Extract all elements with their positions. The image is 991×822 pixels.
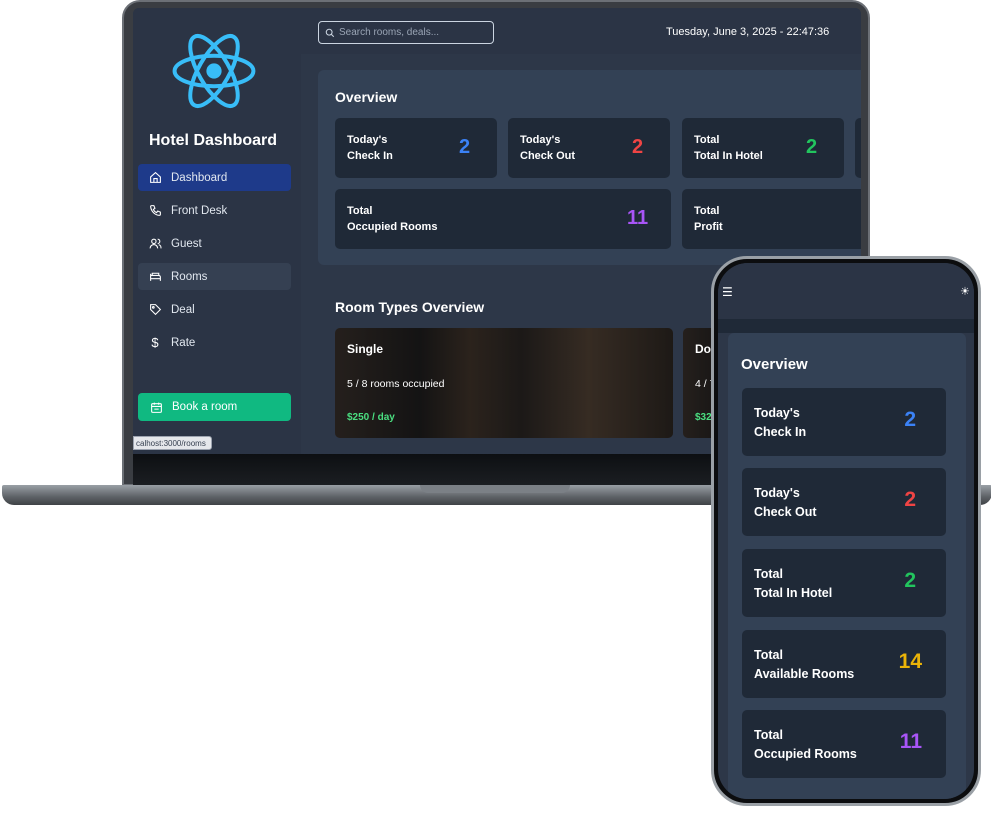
stat-label: Today's Check In bbox=[347, 132, 393, 164]
stat-value: 11 bbox=[899, 730, 922, 753]
stat-card-check-in: Today's Check In 2 bbox=[335, 118, 497, 178]
sidebar-item-label: Rate bbox=[171, 336, 196, 349]
phone-card-occupied: Total Occupied Rooms 11 bbox=[742, 710, 946, 778]
phone-card-check-out: Today's Check Out 2 bbox=[742, 468, 946, 536]
overview-title: Overview bbox=[335, 89, 398, 105]
sidebar-item-label: Deal bbox=[171, 303, 195, 316]
stat-label-line2: Occupied Rooms bbox=[347, 221, 438, 233]
book-room-label: Book a room bbox=[172, 401, 238, 413]
room-name: Single bbox=[347, 342, 384, 356]
phone-card-in-hotel: Total Total In Hotel 2 bbox=[742, 549, 946, 617]
stat-label-line1: Today's bbox=[347, 134, 388, 146]
stat-value: 14 bbox=[898, 650, 922, 673]
sidebar-item-rooms[interactable]: Rooms bbox=[138, 263, 291, 290]
stat-label-line1: Total bbox=[754, 728, 783, 742]
stat-label: Total Available Rooms bbox=[754, 646, 854, 684]
stat-label-line1: Total bbox=[347, 205, 373, 217]
stat-label-line2: Check In bbox=[347, 150, 393, 162]
room-occupancy: 5 / 8 rooms occupied bbox=[347, 378, 445, 390]
phone-subbar bbox=[718, 319, 974, 333]
stat-label: Total Total In Hotel bbox=[754, 565, 832, 603]
sidebar-item-label: Guest bbox=[171, 237, 202, 250]
search-icon bbox=[325, 28, 335, 37]
stat-label-line2: Occupied Rooms bbox=[754, 747, 857, 761]
stat-label: Today's Check Out bbox=[754, 484, 817, 522]
stat-label-line2: Check Out bbox=[520, 150, 576, 162]
stat-value: 2 bbox=[459, 136, 471, 158]
stat-label-line1: Total bbox=[694, 134, 720, 146]
stat-label: Total Occupied Rooms bbox=[347, 203, 437, 235]
phone-card-check-in: Today's Check In 2 bbox=[742, 388, 946, 456]
stat-label-line1: Total bbox=[694, 205, 720, 217]
stat-label-line2: Profit bbox=[694, 221, 723, 233]
stat-label: Today's Check Out bbox=[520, 132, 575, 164]
stat-card-occupied: Total Occupied Rooms 11 bbox=[335, 189, 671, 249]
room-price: $32 bbox=[695, 412, 712, 423]
stat-card-profit: Total Profit bbox=[682, 189, 861, 249]
phone-header: ☰ ☀ bbox=[718, 263, 974, 319]
top-bar: Tuesday, June 3, 2025 - 22:47:36 bbox=[301, 8, 861, 54]
stat-value: 11 bbox=[627, 207, 649, 229]
stat-card-check-out: Today's Check Out 2 bbox=[508, 118, 670, 178]
tag-icon bbox=[148, 303, 162, 317]
users-icon bbox=[148, 237, 162, 251]
phone-card-available: Total Available Rooms 14 bbox=[742, 630, 946, 698]
search-box[interactable] bbox=[318, 21, 494, 44]
stat-label-line2: Check In bbox=[754, 425, 807, 439]
stat-label-line1: Today's bbox=[520, 134, 561, 146]
sun-icon[interactable]: ☀ bbox=[960, 285, 970, 298]
phone-icon bbox=[148, 204, 162, 218]
stat-label-line2: Available Rooms bbox=[754, 667, 855, 681]
datetime: Tuesday, June 3, 2025 - 22:47:36 bbox=[666, 26, 830, 38]
stat-label-line2: Check Out bbox=[754, 505, 817, 519]
room-card-single[interactable]: Single 5 / 8 rooms occupied $250 / day bbox=[335, 328, 673, 438]
menu-icon[interactable]: ☰ bbox=[722, 285, 733, 299]
sidebar-nav: Dashboard Front Desk Guest Rooms Deal $ … bbox=[138, 164, 291, 362]
stat-label: Total Profit bbox=[694, 203, 723, 235]
sidebar-item-label: Front Desk bbox=[171, 204, 228, 217]
book-room-button[interactable]: Book a room bbox=[138, 393, 291, 421]
stat-value: 2 bbox=[904, 569, 916, 592]
stat-value: 2 bbox=[632, 136, 644, 158]
sidebar-item-dashboard[interactable]: Dashboard bbox=[138, 164, 291, 191]
stat-label-line2: Total In Hotel bbox=[694, 150, 763, 162]
stat-card-in-hotel: Total Total In Hotel 2 bbox=[682, 118, 844, 178]
home-icon bbox=[148, 171, 162, 185]
stat-value: 2 bbox=[806, 136, 818, 158]
stat-label: Today's Check In bbox=[754, 404, 806, 442]
stat-label-line1: Total bbox=[754, 648, 783, 662]
sidebar-item-deal[interactable]: Deal bbox=[138, 296, 291, 323]
sidebar-item-rate[interactable]: $ Rate bbox=[138, 329, 291, 356]
stat-label: Total Total In Hotel bbox=[694, 132, 763, 164]
phone-overview-title: Overview bbox=[741, 356, 808, 373]
stat-label-line1: Total bbox=[754, 567, 783, 581]
sidebar-item-label: Dashboard bbox=[171, 171, 228, 184]
status-url: calhost:3000/rooms bbox=[133, 436, 212, 450]
calendar-icon bbox=[149, 400, 163, 414]
sidebar: Hotel Dashboard Dashboard Front Desk Gue… bbox=[133, 8, 301, 485]
stat-label: Total Occupied Rooms bbox=[754, 726, 857, 764]
stat-label-line1: Today's bbox=[754, 486, 800, 500]
room-price: $250 / day bbox=[347, 412, 395, 423]
stat-value: 2 bbox=[904, 488, 916, 511]
brand-title: Hotel Dashboard bbox=[149, 132, 278, 149]
sidebar-item-label: Rooms bbox=[171, 270, 208, 283]
stat-label-line1: Today's bbox=[754, 406, 800, 420]
stat-card-partial bbox=[855, 118, 861, 178]
search-input[interactable] bbox=[339, 27, 479, 38]
stat-value: 2 bbox=[904, 408, 916, 431]
room-types-title: Room Types Overview bbox=[335, 299, 485, 315]
sidebar-item-guest[interactable]: Guest bbox=[138, 230, 291, 257]
bed-icon bbox=[148, 270, 162, 284]
laptop-base-notch bbox=[420, 485, 570, 493]
stat-label-line2: Total In Hotel bbox=[754, 586, 833, 600]
react-logo-icon bbox=[172, 34, 256, 108]
dollar-icon: $ bbox=[151, 335, 159, 350]
sidebar-item-front-desk[interactable]: Front Desk bbox=[138, 197, 291, 224]
phone-screen: ☰ ☀ Overview Today's Check In 2 Today's … bbox=[718, 263, 974, 799]
